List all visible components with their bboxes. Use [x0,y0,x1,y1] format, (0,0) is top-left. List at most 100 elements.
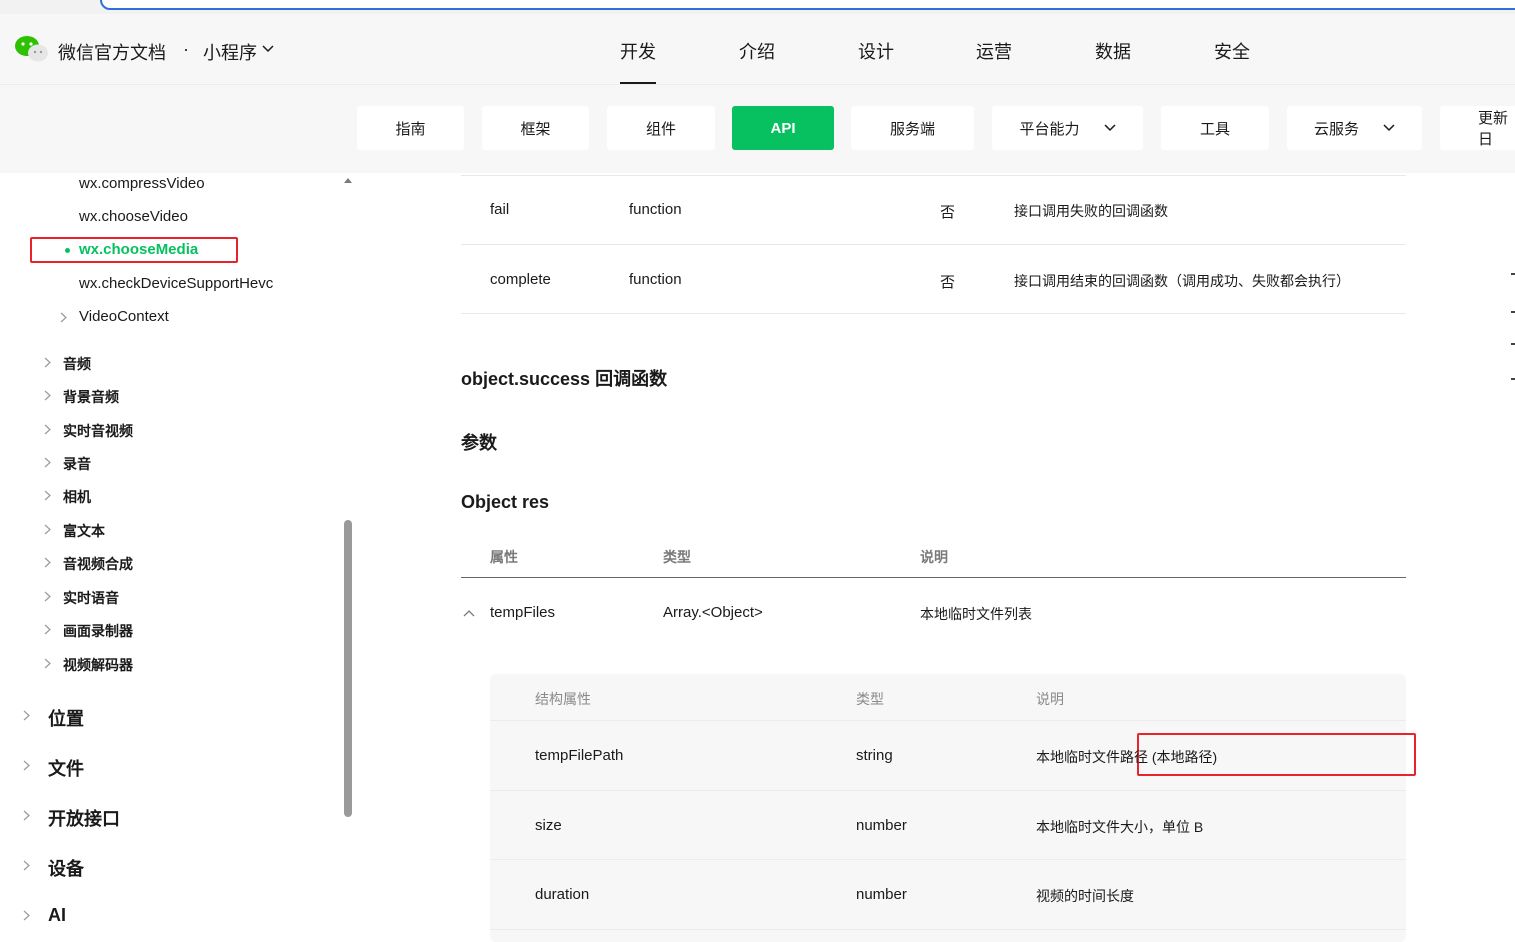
active-dot-icon [65,248,70,253]
nav-design[interactable]: 设计 [858,38,894,64]
chevron-right-icon[interactable] [44,424,51,435]
tab-tools[interactable]: 工具 [1161,106,1269,150]
chevron-right-icon[interactable] [23,860,30,871]
sidebar-group-screen-recorder[interactable]: 画面录制器 [63,621,133,641]
chevron-down-icon[interactable] [262,45,274,53]
res-attr-name: tempFiles [490,604,556,621]
table-divider [461,175,1406,176]
chevron-right-icon[interactable] [44,591,51,602]
param-name: fail [490,201,510,218]
chevron-right-icon[interactable] [23,810,30,821]
right-toc-marker [1511,311,1515,313]
tab-updates[interactable]: 更新日 [1440,106,1515,150]
scroll-up-arrow-icon[interactable] [343,176,353,184]
struct-attr-type: number [856,886,907,903]
right-toc-marker [1511,343,1515,345]
param-type: function [629,201,682,218]
param-desc: 接口调用结束的回调函数（调用成功、失败都会执行） [1014,273,1350,289]
nav-data[interactable]: 数据 [1095,38,1131,64]
chevron-right-icon[interactable] [44,524,51,535]
right-toc-marker [1511,378,1515,380]
chevron-right-icon[interactable] [44,357,51,368]
nested-struct-table: 结构属性 类型 说明 tempFilePath string 本地临时文件路径 … [490,674,1416,942]
tab-platform[interactable]: 平台能力 [992,106,1143,150]
brand-title[interactable]: 微信官方文档 [58,39,166,65]
sidebar-group-camera[interactable]: 相机 [63,487,91,507]
chevron-right-icon[interactable] [60,312,67,323]
res-attr-desc: 本地临时文件列表 [920,606,1032,622]
tab-component[interactable]: 组件 [607,106,715,150]
nav-intro[interactable]: 介绍 [739,38,775,64]
tab-cloud[interactable]: 云服务 [1287,106,1422,150]
tab-guide[interactable]: 指南 [357,106,464,150]
sidebar: wx.compressVideo wx.chooseVideo wx.choos… [0,173,355,942]
chevron-right-icon[interactable] [23,910,30,921]
nav-develop[interactable]: 开发 [620,38,656,84]
param-desc: 接口调用失败的回调函数 [1014,203,1168,219]
table-divider [490,790,1406,791]
chevron-right-icon[interactable] [23,710,30,721]
struct-attr-type: string [856,747,893,764]
tab-api[interactable]: API [732,106,834,150]
column-header-attr: 属性 [490,549,518,565]
browser-strip [0,0,1515,14]
sidebar-group-location[interactable]: 位置 [48,705,84,731]
sidebar-group-bg-audio[interactable]: 背景音频 [63,387,119,407]
table-divider [490,859,1406,860]
section-title-success: object.success 回调函数 [461,369,668,389]
sidebar-group-file[interactable]: 文件 [48,755,84,781]
chevron-right-icon[interactable] [44,390,51,401]
nav-security[interactable]: 安全 [1214,38,1250,64]
tab-cloud-label: 云服务 [1313,120,1359,138]
nav-operate[interactable]: 运营 [976,38,1012,64]
sidebar-group-realtime-av[interactable]: 实时音视频 [63,421,133,441]
chevron-right-icon[interactable] [44,457,51,468]
sub-header-desc: 说明 [1036,691,1064,707]
doc-tabbar: 指南 框架 组件 API 服务端 平台能力 工具 云服务 更新日 [0,85,1515,173]
chevron-right-icon[interactable] [23,760,30,771]
chevron-right-icon[interactable] [44,557,51,568]
sidebar-item-choose-video[interactable]: wx.chooseVideo [79,208,188,225]
column-header-desc: 说明 [920,549,948,565]
sidebar-item-compress-video[interactable]: wx.compressVideo [79,175,205,192]
chevron-right-icon[interactable] [44,490,51,501]
product-switcher[interactable]: 小程序 [203,39,257,65]
chevron-right-icon[interactable] [44,658,51,669]
sidebar-group-open-api[interactable]: 开放接口 [48,805,120,831]
table-header-divider [461,577,1406,578]
sidebar-group-richtext[interactable]: 富文本 [63,521,105,541]
chevron-up-icon[interactable] [463,609,475,617]
address-bar[interactable] [100,0,1515,10]
sidebar-item-video-context[interactable]: VideoContext [79,308,169,325]
sidebar-group-av-compose[interactable]: 音视频合成 [63,554,133,574]
struct-attr-name: duration [535,886,590,903]
param-required: 否 [940,274,956,291]
sidebar-group-realtime-voice[interactable]: 实时语音 [63,588,119,608]
sidebar-group-record[interactable]: 录音 [63,454,91,474]
param-type: function [629,271,682,288]
sidebar-group-ai[interactable]: AI [48,905,66,926]
sidebar-item-choose-media[interactable]: wx.chooseMedia [79,241,198,258]
struct-attr-desc: 本地临时文件路径 (本地路径) [1036,749,1218,765]
sidebar-item-check-hevc[interactable]: wx.checkDeviceSupportHevc [79,275,273,292]
sidebar-group-video-decoder[interactable]: 视频解码器 [63,655,133,675]
table-divider [490,720,1406,721]
brand-separator: · [183,39,189,59]
tab-platform-label: 平台能力 [1019,120,1080,138]
table-divider [461,244,1406,245]
sidebar-scrollbar-thumb[interactable] [344,520,352,817]
sidebar-group-audio[interactable]: 音频 [63,354,91,374]
sub-header-struct-attr: 结构属性 [535,691,591,707]
sidebar-group-device[interactable]: 设备 [48,855,84,881]
table-divider [490,929,1406,930]
tab-server[interactable]: 服务端 [851,106,974,150]
struct-attr-name: size [535,817,562,834]
right-toc-marker [1511,273,1515,275]
struct-attr-name: tempFilePath [535,747,624,764]
sub-header-type: 类型 [856,691,884,707]
res-attr-type: Array.<Object> [663,604,763,621]
tab-framework[interactable]: 框架 [482,106,589,150]
table-divider [461,313,1406,314]
wechat-logo-icon[interactable] [14,34,50,64]
chevron-right-icon[interactable] [44,624,51,635]
